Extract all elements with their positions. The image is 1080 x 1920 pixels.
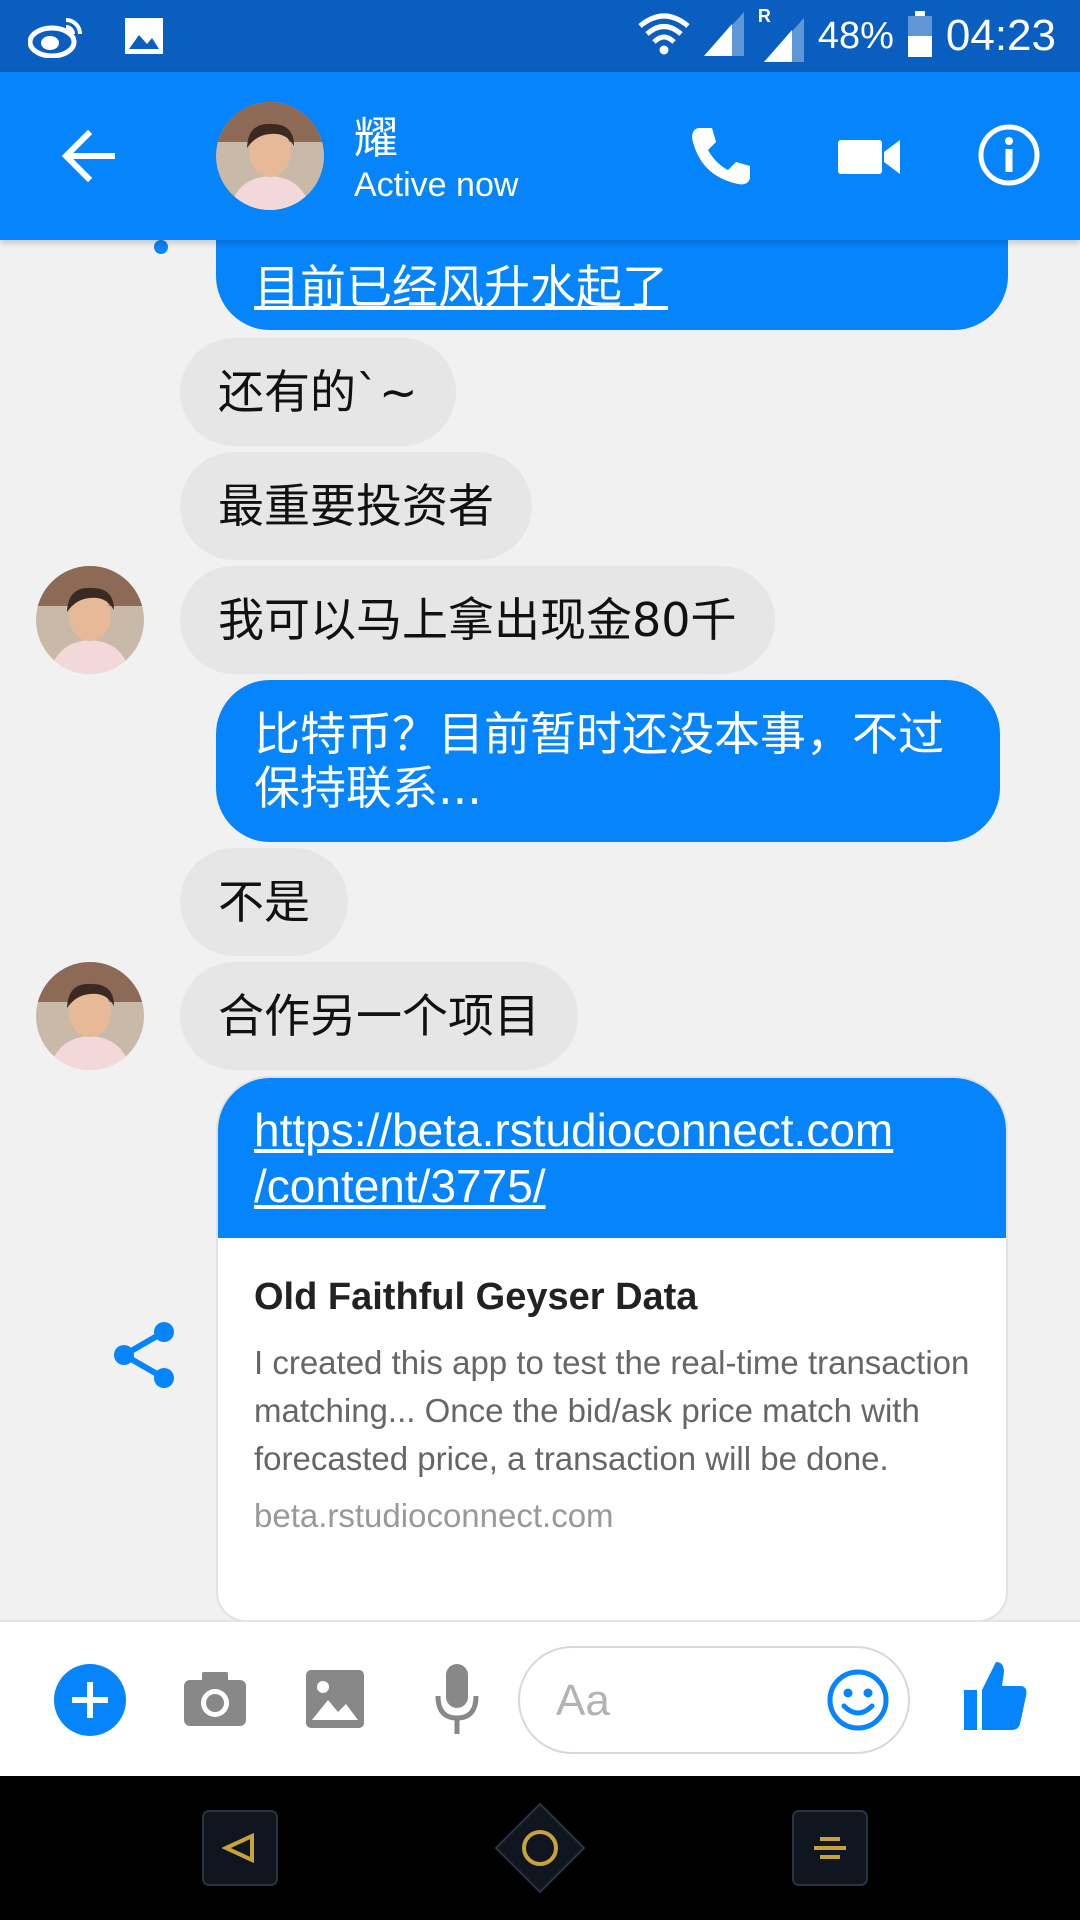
weibo-icon xyxy=(27,14,84,62)
contact-avatar[interactable] xyxy=(216,102,324,210)
clock: 04:23 xyxy=(945,11,1056,60)
avatar-photo xyxy=(36,962,144,1070)
signal-icon xyxy=(703,12,744,60)
info-button[interactable] xyxy=(976,122,1042,188)
message-incoming[interactable]: 合作另一个项目 xyxy=(180,962,578,1070)
message-input-placeholder: Aa xyxy=(556,1676,610,1725)
message-text: 目前已经风升水起了 xyxy=(254,260,668,314)
thumbs-up-icon xyxy=(964,1662,1027,1730)
status-bar: R 48% 04:23 xyxy=(0,0,1080,72)
back-button[interactable] xyxy=(50,116,130,196)
avatar-photo xyxy=(36,566,144,674)
link-url-line-2[interactable]: /content/3775/ xyxy=(254,1158,970,1214)
back-arrow-icon xyxy=(61,129,115,183)
message-incoming[interactable]: 不是 xyxy=(180,848,348,956)
message-text: 我可以马上拿出现金80千 xyxy=(218,593,737,647)
plus-icon xyxy=(72,1682,108,1718)
link-url-line-1[interactable]: https://beta.rstudioconnect.com xyxy=(254,1102,970,1158)
message-incoming[interactable]: 最重要投资者 xyxy=(180,452,532,560)
message-outgoing[interactable]: 比特币？目前暂时还没本事，不过保持联系... xyxy=(216,680,1000,842)
camera-button[interactable] xyxy=(182,1668,248,1730)
signal-roaming-icon: R xyxy=(758,6,804,62)
nav-home-icon xyxy=(494,1802,586,1894)
voice-call-button[interactable] xyxy=(686,122,756,192)
nav-back-button[interactable] xyxy=(202,1810,278,1886)
message-incoming[interactable]: 我可以马上拿出现金80千 xyxy=(180,566,775,674)
message-composer: Aa xyxy=(0,1620,1080,1776)
link-preview-message[interactable]: https://beta.rstudioconnect.com /content… xyxy=(216,1076,1008,1620)
battery-icon xyxy=(907,11,932,61)
conversation-header: 耀 Active now xyxy=(0,72,1080,240)
more-actions-button[interactable] xyxy=(54,1664,126,1736)
message-incoming[interactable]: 还有的`~ xyxy=(180,338,456,446)
image-icon xyxy=(124,17,164,59)
gallery-icon xyxy=(306,1670,364,1728)
contact-active-status: Active now xyxy=(354,166,519,204)
message-text: 合作另一个项目 xyxy=(218,989,540,1043)
link-preview-description: I created this app to test the real-time… xyxy=(254,1344,970,1477)
nav-back-icon xyxy=(202,1810,278,1886)
voice-record-button[interactable] xyxy=(432,1662,482,1736)
camera-icon xyxy=(184,1672,246,1726)
like-button[interactable] xyxy=(962,1658,1028,1732)
info-icon xyxy=(978,124,1040,186)
nav-menu-button[interactable] xyxy=(792,1810,868,1886)
gallery-button[interactable] xyxy=(304,1668,366,1730)
read-receipt-dot xyxy=(154,240,168,254)
link-url[interactable]: https://beta.rstudioconnect.com /content… xyxy=(218,1078,1006,1238)
link-preview-card[interactable]: Old Faithful Geyser Data I created this … xyxy=(218,1238,1006,1535)
avatar-photo xyxy=(216,102,324,210)
status-notifications xyxy=(27,14,164,62)
share-button[interactable] xyxy=(112,1320,176,1390)
sender-avatar[interactable] xyxy=(36,566,144,674)
nav-menu-icon xyxy=(792,1810,868,1886)
wifi-icon xyxy=(638,12,690,60)
message-outgoing[interactable]: 目前已经风升水起了 xyxy=(216,240,1008,330)
link-preview-title: Old Faithful Geyser Data xyxy=(254,1276,698,1318)
emoji-button[interactable] xyxy=(826,1668,890,1732)
video-call-button[interactable] xyxy=(834,122,904,192)
link-preview-domain: beta.rstudioconnect.com xyxy=(254,1497,614,1534)
message-text: 比特币？目前暂时还没本事，不过保持联系... xyxy=(254,707,944,815)
sender-avatar[interactable] xyxy=(36,962,144,1070)
microphone-icon xyxy=(435,1664,479,1734)
contact-name: 耀 xyxy=(354,113,398,164)
status-system: R 48% 04:23 xyxy=(638,6,1056,64)
messenger-screen: R 48% 04:23 耀 Active now 目前已经风升水起了 还有的`~… xyxy=(0,0,1080,1920)
share-icon xyxy=(114,1322,174,1388)
message-list[interactable]: 目前已经风升水起了 还有的`~ 最重要投资者 我可以马上拿出现金80千 比特币？… xyxy=(0,240,1080,1620)
system-navigation-bar xyxy=(0,1776,1080,1920)
nav-home-button[interactable] xyxy=(494,1802,586,1894)
message-text: 最重要投资者 xyxy=(218,479,494,533)
phone-icon xyxy=(692,128,750,185)
video-camera-icon xyxy=(838,140,900,174)
message-text: 还有的`~ xyxy=(218,365,418,419)
emoji-icon xyxy=(827,1669,889,1731)
battery-percent: 48% xyxy=(817,14,894,57)
message-text: 不是 xyxy=(218,875,310,929)
